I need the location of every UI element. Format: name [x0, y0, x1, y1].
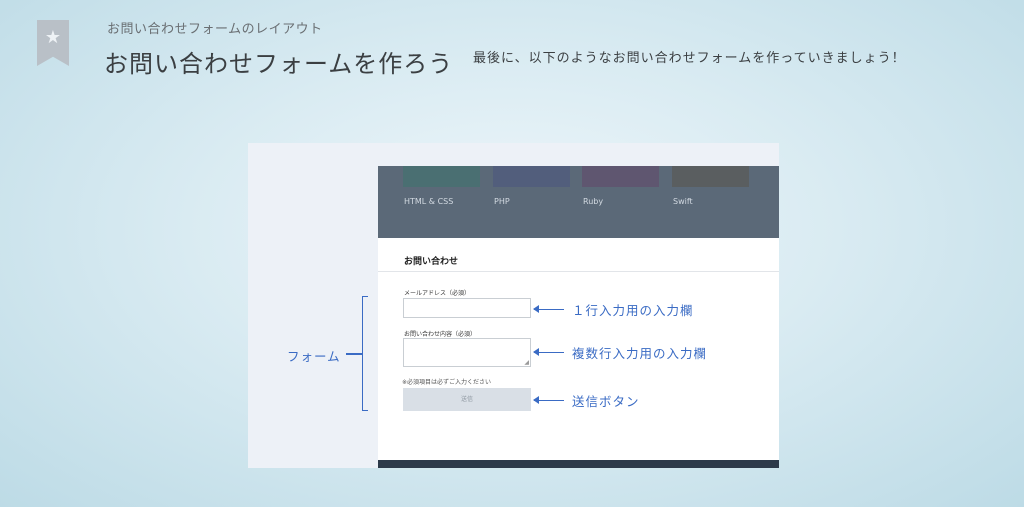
email-field[interactable] — [403, 298, 531, 318]
submit-button[interactable]: 送信 — [403, 388, 531, 411]
content-field-label: お問い合わせ内容（必須） — [404, 331, 477, 338]
form-annotation: フォーム — [287, 349, 341, 364]
language-swatch — [403, 166, 480, 187]
language-label: Ruby — [583, 197, 604, 206]
email-field-label: メールアドレス（必須） — [404, 290, 471, 297]
bookmark-badge: ★ — [37, 20, 69, 66]
form-bracket — [362, 296, 368, 411]
bracket-tick — [346, 353, 362, 355]
language-header: HTML & CSS PHP Ruby Swift — [378, 166, 779, 238]
single-line-annotation: １行入力用の入力欄 — [572, 303, 694, 318]
language-item-ruby: Ruby — [582, 166, 659, 206]
language-item-php: PHP — [493, 166, 570, 206]
language-label: Swift — [673, 197, 693, 206]
language-label: HTML & CSS — [404, 197, 454, 206]
divider — [378, 271, 779, 272]
required-note: ※必須項目は必ずご入力ください — [402, 379, 492, 386]
arrow-left-icon — [533, 305, 564, 313]
page-footer — [378, 460, 779, 468]
submit-annotation: 送信ボタン — [572, 394, 640, 409]
language-label: PHP — [494, 197, 510, 206]
arrow-left-icon — [533, 348, 564, 356]
lesson-title: お問い合わせフォームを作ろう — [104, 50, 454, 78]
lesson-subtitle: お問い合わせフォームのレイアウト — [107, 22, 323, 37]
preview-panel: HTML & CSS PHP Ruby Swift お問い合わせ メールアドレス… — [248, 143, 779, 468]
lesson-intro: 最後に、以下のようなお問い合わせフォームを作っていきましょう！ — [473, 51, 906, 66]
content-textarea[interactable]: ◢ — [403, 338, 531, 367]
star-icon: ★ — [44, 27, 62, 48]
language-swatch — [493, 166, 570, 187]
resize-handle-icon[interactable]: ◢ — [524, 360, 529, 366]
form-heading: お問い合わせ — [404, 257, 459, 267]
language-item-swift: Swift — [672, 166, 749, 206]
language-swatch — [672, 166, 749, 187]
arrow-left-icon — [533, 396, 564, 404]
language-item-html-css: HTML & CSS — [403, 166, 480, 206]
language-swatch — [582, 166, 659, 187]
multi-line-annotation: 複数行入力用の入力欄 — [572, 346, 708, 361]
